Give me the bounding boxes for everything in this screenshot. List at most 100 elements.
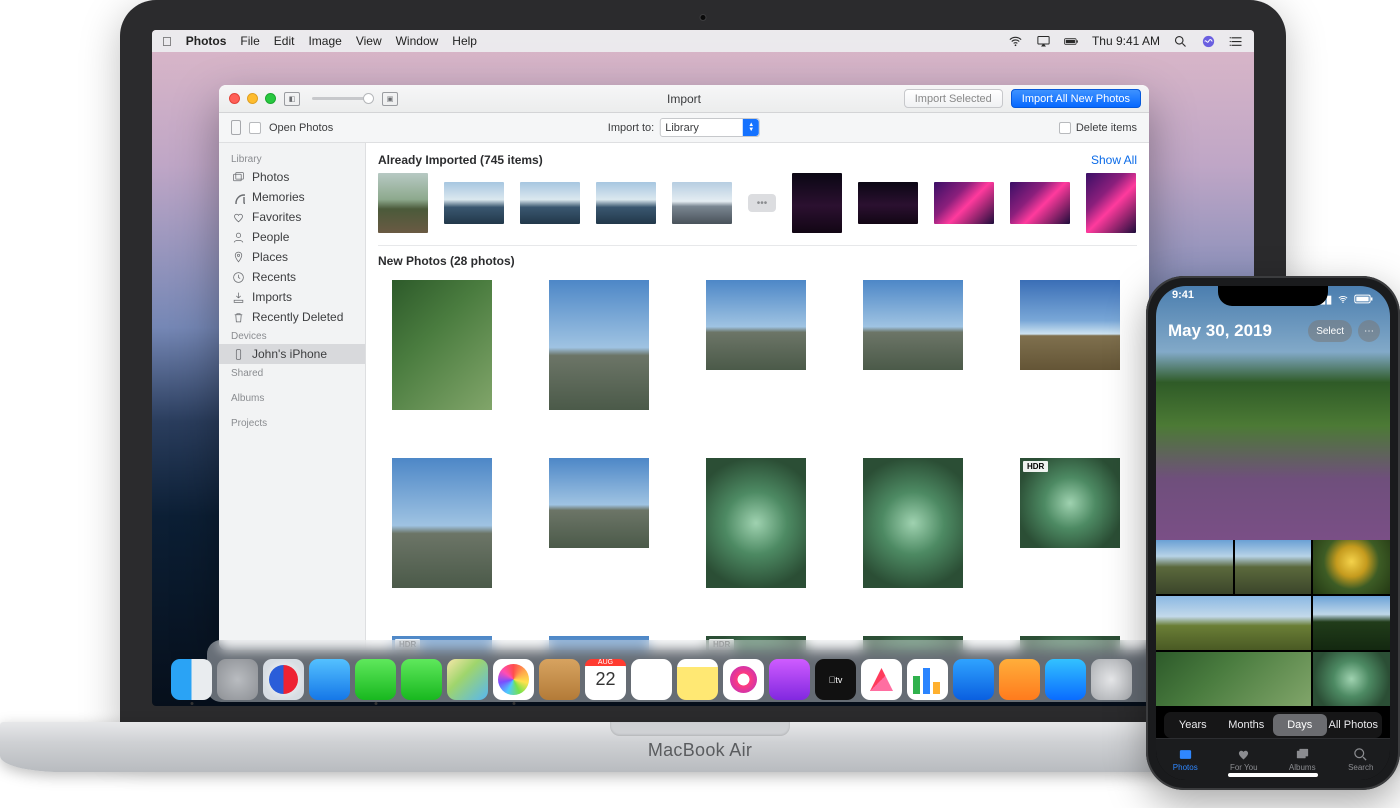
sidebar-item-people[interactable]: People	[219, 227, 365, 247]
thumbnail[interactable]	[1313, 540, 1390, 594]
thumbnail-zoom-slider[interactable]	[312, 97, 370, 100]
dock-launchpad[interactable]	[217, 659, 258, 700]
window-titlebar[interactable]: ◧ ▣ Import Import Selected Import All Ne…	[219, 85, 1149, 113]
sidebar-header-albums[interactable]: Albums	[219, 389, 365, 406]
dock-notes[interactable]	[677, 659, 718, 700]
dock-podcasts[interactable]	[769, 659, 810, 700]
thumbnail[interactable]	[520, 182, 580, 224]
menu-file[interactable]: File	[240, 34, 259, 48]
window-minimize-button[interactable]	[247, 93, 258, 104]
dock-settings[interactable]	[1091, 659, 1132, 700]
dock-maps[interactable]	[447, 659, 488, 700]
more-button[interactable]: ⋯	[1358, 320, 1380, 342]
dock-pages[interactable]	[999, 659, 1040, 700]
dock-safari[interactable]	[263, 659, 304, 700]
thumbnail[interactable]	[549, 280, 649, 410]
dock-mail[interactable]	[309, 659, 350, 700]
menu-edit[interactable]: Edit	[274, 34, 295, 48]
tab-search[interactable]: Search	[1332, 739, 1391, 780]
dock-news[interactable]	[861, 659, 902, 700]
thumbnail[interactable]	[858, 182, 918, 224]
segment-all-photos[interactable]: All Photos	[1327, 714, 1381, 736]
import-selected-button[interactable]: Import Selected	[904, 89, 1003, 108]
sidebar-item-places[interactable]: Places	[219, 247, 365, 267]
menu-window[interactable]: Window	[396, 34, 439, 48]
segment-years[interactable]: Years	[1166, 714, 1220, 736]
sidebar-item-photos[interactable]: Photos	[219, 167, 365, 187]
home-indicator[interactable]	[1228, 773, 1318, 777]
thumbnail[interactable]	[596, 182, 656, 224]
delete-items-checkbox[interactable]	[1059, 122, 1071, 134]
spotlight-icon[interactable]	[1172, 33, 1188, 49]
sidebar-item-imports[interactable]: Imports	[219, 287, 365, 307]
menubar-clock[interactable]: Thu 9:41 AM	[1092, 34, 1160, 48]
dock-music[interactable]	[723, 659, 764, 700]
thumbnail[interactable]	[1313, 652, 1390, 706]
thumbnail[interactable]	[706, 280, 806, 370]
menu-help[interactable]: Help	[452, 34, 477, 48]
thumbnail[interactable]	[863, 280, 963, 370]
select-button[interactable]: Select	[1308, 320, 1352, 342]
sidebar-toggle-icon[interactable]: ◧	[284, 92, 300, 106]
battery-icon[interactable]	[1064, 33, 1080, 49]
sidebar-item-recently-deleted[interactable]: Recently Deleted	[219, 307, 365, 327]
sidebar-item-memories[interactable]: Memories	[219, 187, 365, 207]
menubar-app-name[interactable]: Photos	[186, 34, 227, 48]
window-zoom-button[interactable]	[265, 93, 276, 104]
thumbnail[interactable]	[1235, 540, 1312, 594]
thumbnail[interactable]	[792, 173, 842, 233]
dock-photos[interactable]	[493, 659, 534, 700]
dock-facetime[interactable]	[401, 659, 442, 700]
thumbnail[interactable]	[392, 458, 492, 588]
dock-calendar[interactable]: AUG 22	[585, 659, 626, 700]
thumbnail[interactable]	[1156, 540, 1233, 594]
sidebar-item-johns-iphone[interactable]: John's iPhone	[219, 344, 365, 364]
thumbnail[interactable]	[1010, 182, 1070, 224]
sidebar-header-projects[interactable]: Projects	[219, 414, 365, 431]
show-all-link[interactable]: Show All	[1091, 153, 1137, 167]
thumbnail[interactable]: HDR	[1020, 458, 1120, 548]
thumbnail[interactable]	[378, 173, 428, 233]
thumbnail[interactable]	[392, 280, 492, 410]
time-segment-control[interactable]: Years Months Days All Photos	[1164, 712, 1382, 738]
thumbnail[interactable]	[1086, 173, 1136, 233]
sidebar-header-shared[interactable]: Shared	[219, 364, 365, 381]
apple-menu-icon[interactable]: 	[162, 34, 172, 49]
macos-menubar:  Photos File Edit Image View Window Hel…	[152, 30, 1254, 52]
airplay-icon[interactable]	[1036, 33, 1052, 49]
thumbnail[interactable]	[1156, 652, 1311, 706]
dock-keynote[interactable]	[953, 659, 994, 700]
segment-months[interactable]: Months	[1220, 714, 1274, 736]
dock-messages[interactable]	[355, 659, 396, 700]
sidebar-item-recents[interactable]: Recents	[219, 267, 365, 287]
import-all-button[interactable]: Import All New Photos	[1011, 89, 1141, 108]
iphone-hero-photo[interactable]: May 30, 2019 Select ⋯	[1156, 286, 1390, 540]
open-photos-checkbox[interactable]	[249, 122, 261, 134]
sidebar-list-icon[interactable]	[1228, 33, 1244, 49]
thumbnail[interactable]	[672, 182, 732, 224]
dock-numbers[interactable]	[907, 659, 948, 700]
dock-appstore[interactable]	[1045, 659, 1086, 700]
segment-days[interactable]: Days	[1273, 714, 1327, 736]
thumbnail[interactable]	[863, 458, 963, 588]
dock-finder[interactable]	[171, 659, 212, 700]
thumbnail[interactable]	[1313, 596, 1390, 650]
siri-icon[interactable]	[1200, 33, 1216, 49]
dock-contacts[interactable]	[539, 659, 580, 700]
dock-reminders[interactable]	[631, 659, 672, 700]
thumbnail[interactable]	[549, 458, 649, 548]
thumbnail[interactable]	[1156, 596, 1311, 650]
thumbnail[interactable]	[934, 182, 994, 224]
thumbnail[interactable]	[444, 182, 504, 224]
menu-image[interactable]: Image	[308, 34, 341, 48]
dock-tv[interactable]: tv	[815, 659, 856, 700]
wifi-icon[interactable]	[1008, 33, 1024, 49]
sidebar-item-favorites[interactable]: Favorites	[219, 207, 365, 227]
aspect-toggle-icon[interactable]: ▣	[382, 92, 398, 106]
window-close-button[interactable]	[229, 93, 240, 104]
thumbnail[interactable]	[706, 458, 806, 588]
thumbnail[interactable]	[1020, 280, 1120, 370]
menu-view[interactable]: View	[356, 34, 382, 48]
import-to-select[interactable]: Library ▲▼	[660, 118, 760, 137]
tab-photos[interactable]: Photos	[1156, 739, 1215, 780]
